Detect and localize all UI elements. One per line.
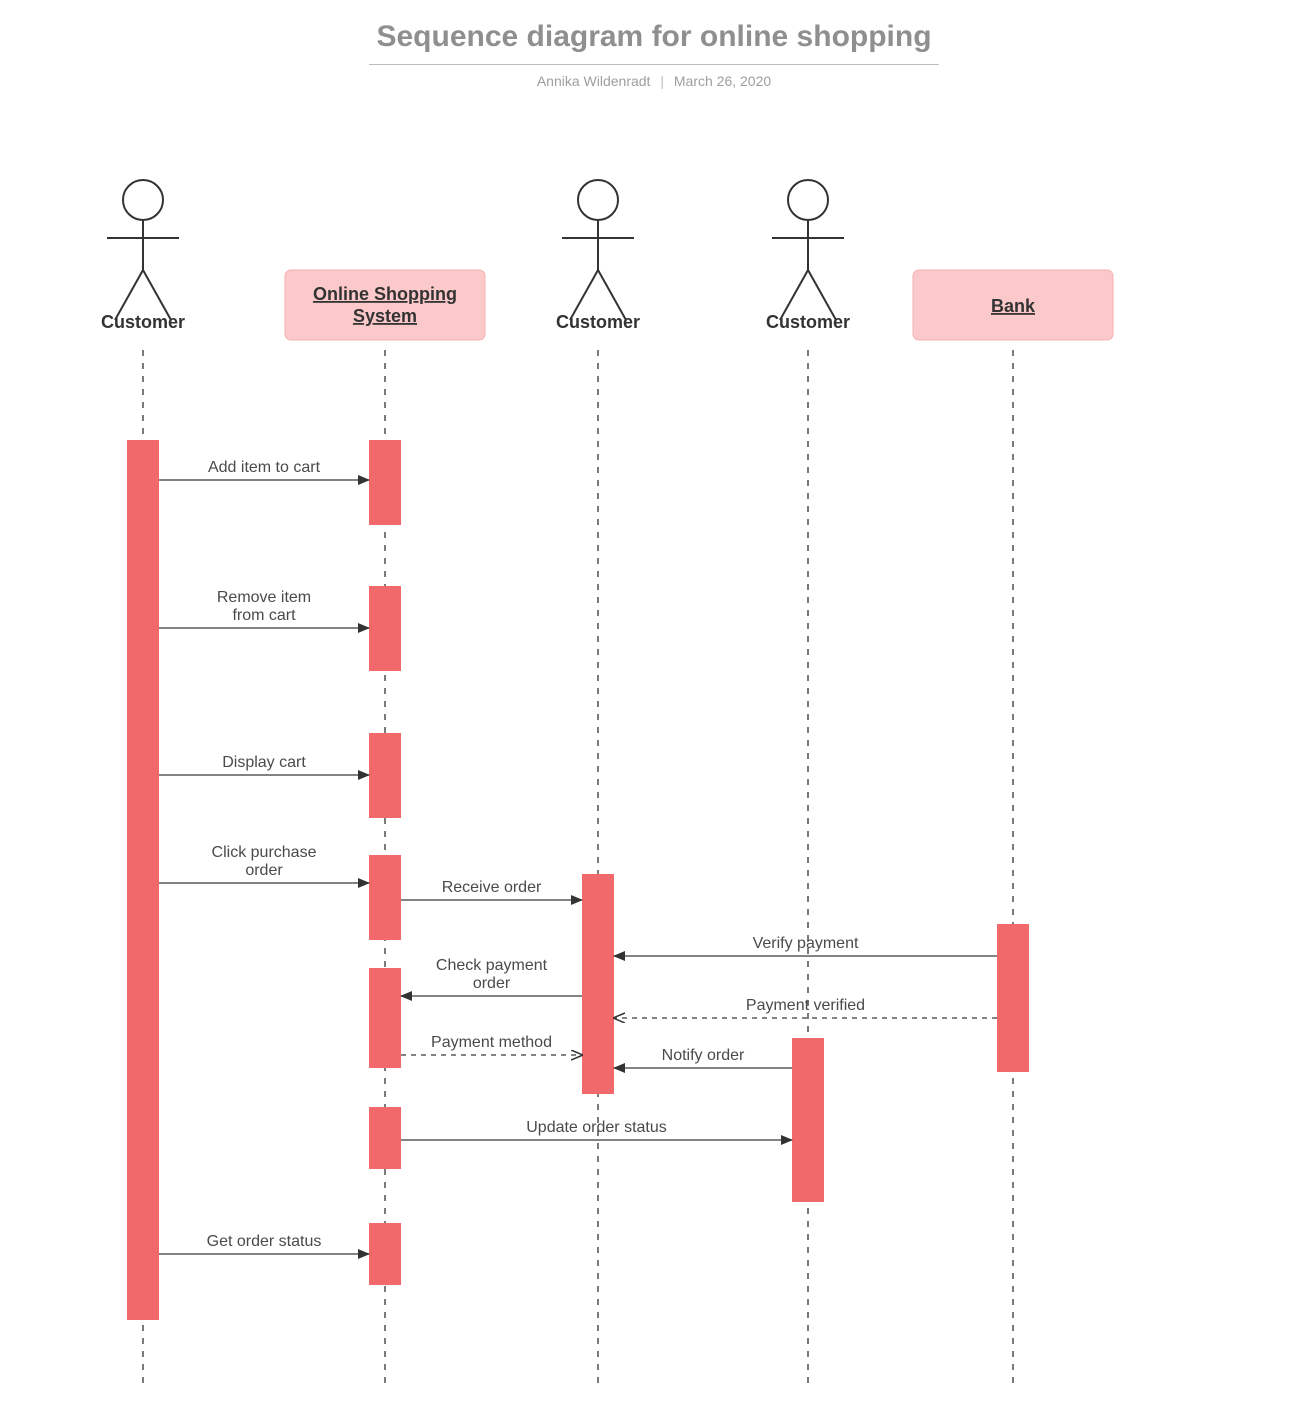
author-date: March 26, 2020 xyxy=(674,73,771,89)
message-label-8: Payment method xyxy=(431,1034,552,1051)
author-separator: | xyxy=(660,73,664,89)
message-label-7: Payment verified xyxy=(746,997,865,1014)
actor-icon-a2 xyxy=(562,180,634,320)
activation-p2-6 xyxy=(997,924,1029,1072)
participant-label-p2: Bank xyxy=(991,296,1036,316)
message-label-3: Click purchase xyxy=(212,844,317,861)
message-label-0: Add item to cart xyxy=(208,459,321,476)
message-label-11: Get order status xyxy=(207,1233,322,1250)
title-rule xyxy=(369,64,939,65)
activation-p1-10 xyxy=(369,1223,401,1285)
message-label-6: Check payment xyxy=(436,957,548,974)
actor-icon-a1 xyxy=(107,180,179,320)
actor-icon-a3 xyxy=(772,180,844,320)
author-name: Annika Wildenradt xyxy=(537,73,651,89)
message-label-2: Display cart xyxy=(222,754,306,771)
participant-box-p1 xyxy=(285,270,485,340)
message-label-3-1: order xyxy=(245,862,283,879)
message-label-10: Update order status xyxy=(526,1119,667,1136)
activation-p1-2 xyxy=(369,586,401,671)
message-label-6-1: order xyxy=(473,975,511,992)
message-label-5: Verify payment xyxy=(753,935,859,952)
activation-p1-1 xyxy=(369,440,401,525)
author-line: Annika Wildenradt | March 26, 2020 xyxy=(0,73,1308,89)
activation-p1-4 xyxy=(369,855,401,940)
actor-label-a1: Customer xyxy=(101,312,185,332)
actor-label-a2: Customer xyxy=(556,312,640,332)
page-title: Sequence diagram for online shopping xyxy=(336,20,971,60)
message-label-1-1: from cart xyxy=(232,607,296,624)
message-label-4: Receive order xyxy=(442,879,542,896)
activation-p1-3 xyxy=(369,733,401,818)
activation-p1-9 xyxy=(369,1107,401,1169)
participant-label-p1: Online Shopping xyxy=(313,284,457,304)
actor-label-a3: Customer xyxy=(766,312,850,332)
message-label-9: Notify order xyxy=(662,1047,745,1064)
title-block: Sequence diagram for online shopping Ann… xyxy=(0,20,1308,89)
activation-a2-5 xyxy=(582,874,614,1094)
participant-label-p1-2: System xyxy=(353,306,417,326)
activation-a3-8 xyxy=(792,1038,824,1202)
activation-a1-0 xyxy=(127,440,159,1320)
sequence-diagram: Customer Online ShoppingSystem Customer Cus… xyxy=(60,160,1248,1410)
message-label-1: Remove item xyxy=(217,589,311,606)
activation-p1-7 xyxy=(369,968,401,1068)
